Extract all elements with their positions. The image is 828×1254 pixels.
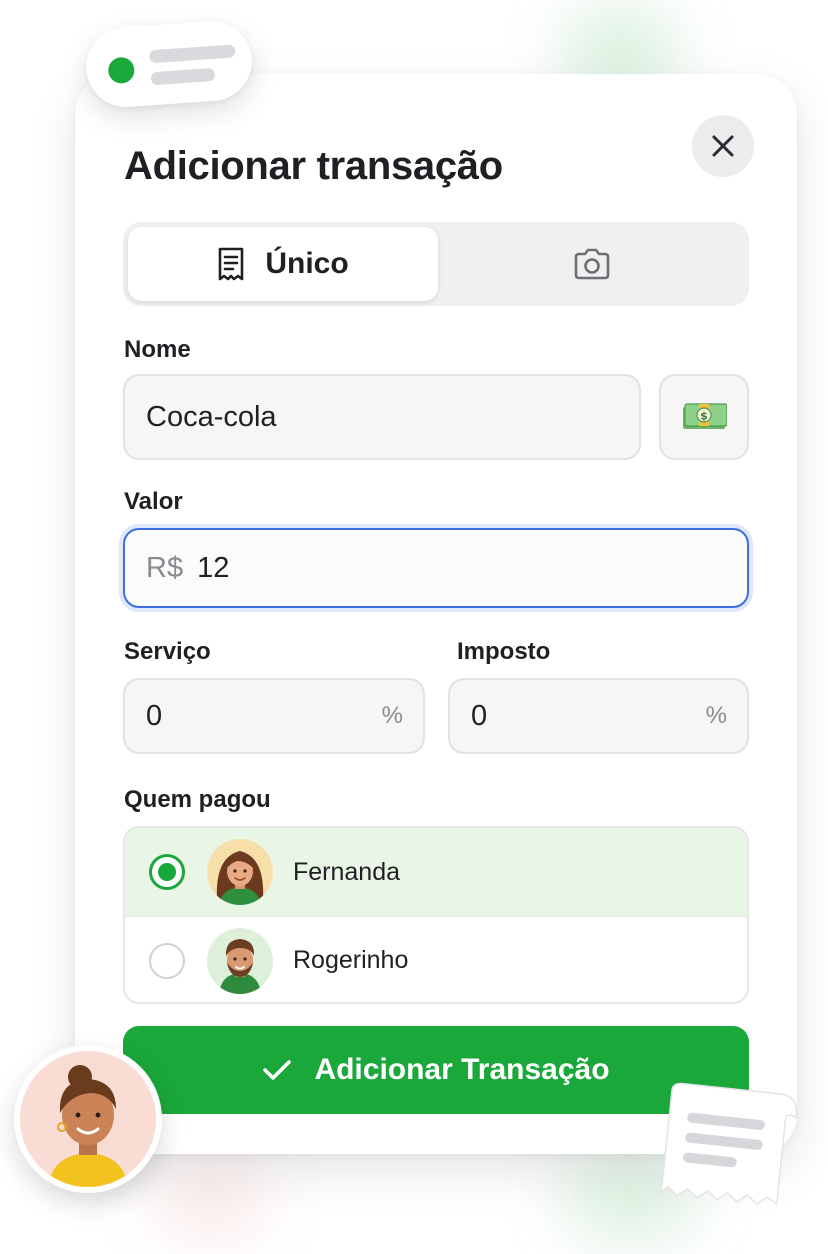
service-input-value: 0 bbox=[146, 699, 163, 732]
tax-input-value: 0 bbox=[471, 699, 488, 732]
decorative-status-pill bbox=[83, 18, 255, 110]
svg-text:$: $ bbox=[700, 410, 708, 423]
service-percent-suffix: % bbox=[381, 702, 403, 729]
placeholder-line bbox=[148, 44, 236, 64]
name-input-value: Coca-cola bbox=[146, 400, 277, 433]
background-glow bbox=[150, 1160, 270, 1240]
radio-selected[interactable] bbox=[149, 854, 185, 890]
radio-unselected[interactable] bbox=[149, 942, 185, 979]
fernanda-avatar bbox=[207, 839, 273, 905]
rogerinho-avatar bbox=[207, 927, 273, 994]
service-label: Serviço bbox=[124, 638, 211, 665]
receipt-decoration-icon bbox=[636, 1080, 806, 1220]
tax-percent-suffix: % bbox=[705, 702, 727, 729]
placeholder-line bbox=[150, 67, 216, 86]
transaction-type-switch: Único bbox=[123, 222, 749, 306]
payer-option-rogerinho[interactable]: Rogerinho bbox=[125, 916, 747, 1002]
name-input[interactable]: Coca-cola bbox=[123, 374, 641, 460]
payer-list: Fernanda Rogerinho bbox=[123, 826, 749, 1004]
currency-prefix: R$ bbox=[146, 551, 184, 584]
status-dot-icon bbox=[107, 56, 136, 85]
value-label: Valor bbox=[124, 488, 183, 515]
tab-single[interactable]: Único bbox=[128, 227, 438, 301]
payer-name: Rogerinho bbox=[293, 946, 409, 974]
modal-title: Adicionar transação bbox=[124, 144, 503, 188]
receipt-icon bbox=[219, 247, 244, 281]
money-bill-icon: $ bbox=[683, 403, 727, 429]
tab-camera[interactable] bbox=[439, 227, 744, 301]
user-avatar bbox=[14, 1045, 162, 1193]
value-input-value: 12 bbox=[197, 551, 230, 584]
emoji-picker-button[interactable]: $ bbox=[659, 374, 749, 460]
add-transaction-button-label: Adicionar Transação bbox=[314, 1053, 610, 1086]
tax-label: Imposto bbox=[457, 638, 551, 665]
camera-icon bbox=[574, 248, 609, 280]
tab-single-label: Único bbox=[265, 247, 349, 280]
add-transaction-modal: Adicionar transação Único Nome Coca-cola… bbox=[75, 74, 797, 1154]
payer-name: Fernanda bbox=[293, 857, 401, 886]
service-input[interactable]: 0 % bbox=[123, 678, 425, 754]
app-stage: Adicionar transação Único Nome Coca-cola… bbox=[0, 0, 828, 1254]
name-label: Nome bbox=[124, 336, 191, 363]
check-icon bbox=[263, 1060, 292, 1080]
payer-option-fernanda[interactable]: Fernanda bbox=[125, 828, 747, 916]
close-icon bbox=[712, 135, 734, 157]
payer-label: Quem pagou bbox=[124, 786, 271, 813]
tax-input[interactable]: 0 % bbox=[448, 678, 749, 754]
close-button[interactable] bbox=[692, 115, 754, 177]
value-input[interactable]: R$ 12 bbox=[123, 528, 749, 608]
